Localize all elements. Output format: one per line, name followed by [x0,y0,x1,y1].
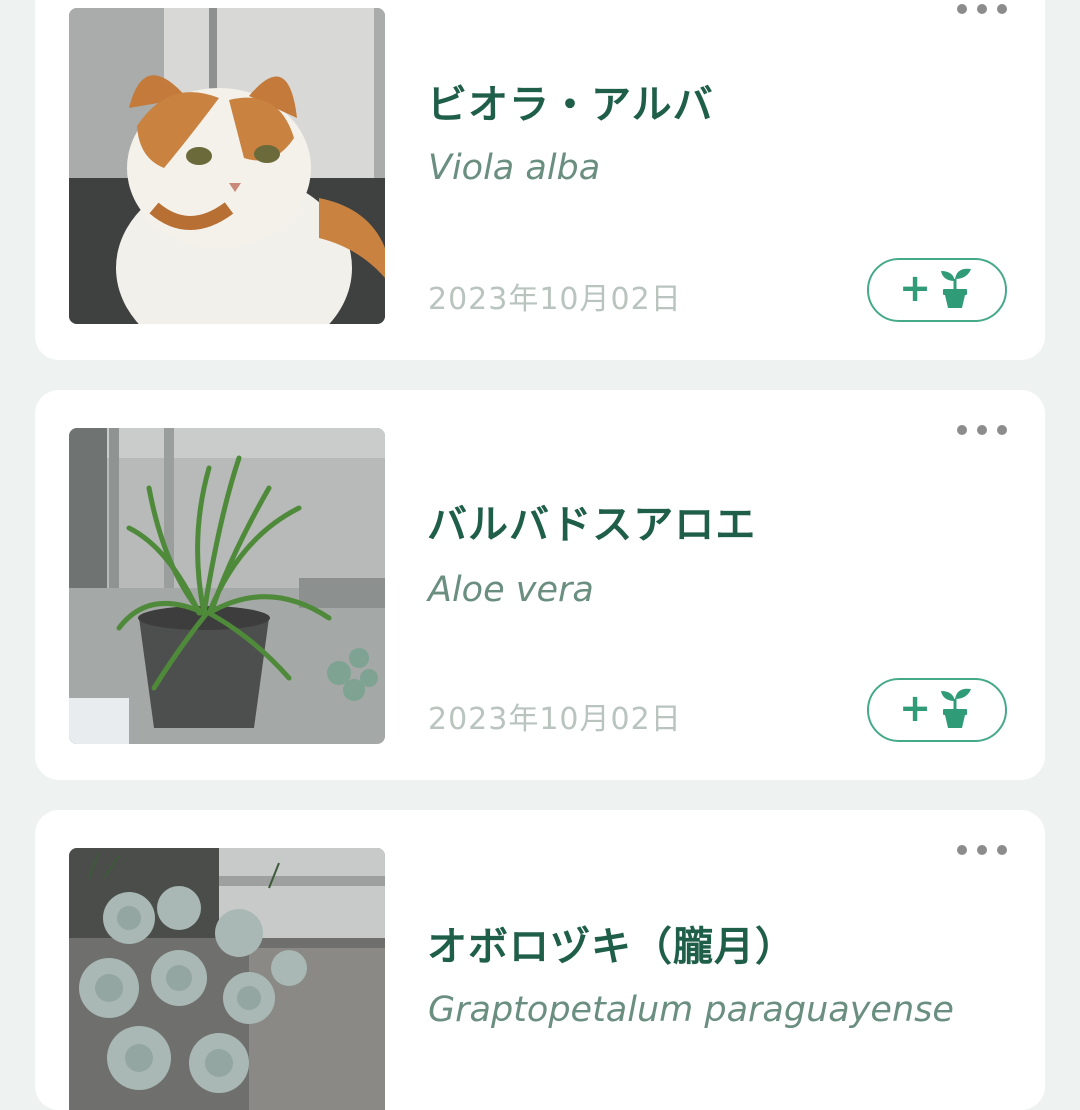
add-plant-button[interactable]: + [867,678,1007,742]
plant-photo[interactable] [69,428,385,744]
plant-card[interactable]: ビオラ・アルバ Viola alba 2023年10月02日 + [35,0,1045,360]
plant-photo[interactable] [69,8,385,324]
potted-plant-icon [935,267,975,313]
plus-icon: + [899,686,931,730]
plant-card[interactable]: オボロヅキ（朧月） Graptopetalum paraguayense [35,810,1045,1110]
plant-photo[interactable] [69,848,385,1110]
scientific-name: Aloe vera [428,570,594,610]
add-plant-button[interactable]: + [867,258,1007,322]
date-label: 2023年10月02日 [428,702,682,737]
more-options-icon[interactable] [957,0,1007,21]
plant-name: ビオラ・アルバ [427,82,714,128]
plant-card[interactable]: バルバドスアロエ Aloe vera 2023年10月02日 + [35,390,1045,780]
plus-icon: + [899,266,931,310]
scientific-name: Viola alba [428,148,601,188]
more-options-icon[interactable] [957,418,1007,442]
plant-name: バルバドスアロエ [427,502,757,548]
scientific-name: Graptopetalum paraguayense [428,990,954,1030]
potted-plant-icon [935,687,975,733]
more-options-icon[interactable] [957,838,1007,862]
plant-name: オボロヅキ（朧月） [427,924,796,970]
date-label: 2023年10月02日 [428,282,682,317]
